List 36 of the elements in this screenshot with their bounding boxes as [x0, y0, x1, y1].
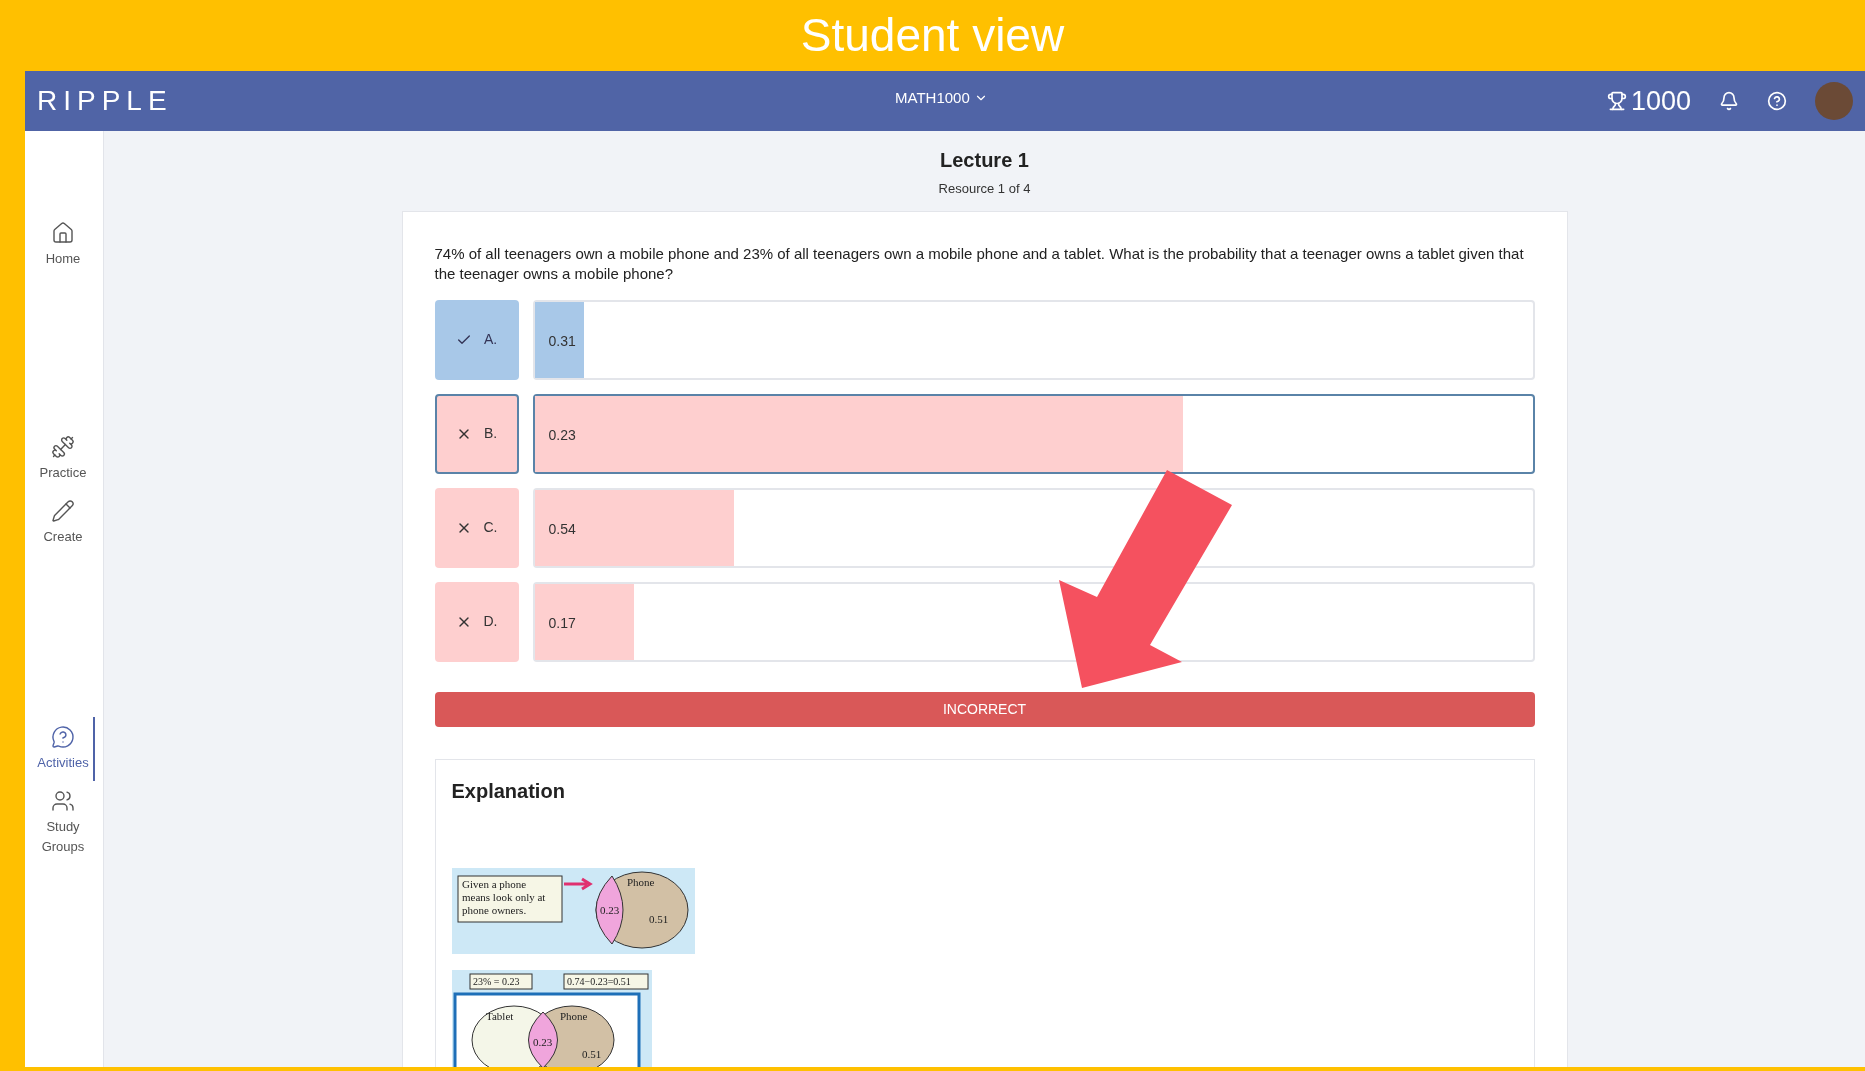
points-count: 1000: [1630, 84, 1691, 118]
option-value: 0.17: [548, 613, 576, 633]
sidebar-item[interactable]: Create: [33, 491, 95, 555]
option-letter[interactable]: C.: [434, 487, 519, 568]
option-value: 0.31: [548, 331, 576, 351]
question-bubble-icon: [51, 725, 75, 749]
sidebar-item[interactable]: Study Groups: [33, 781, 95, 865]
option-bar[interactable]: 0.54: [532, 487, 1535, 568]
option-bar[interactable]: 0.17: [532, 581, 1535, 662]
sidebar-item[interactable]: Practice: [33, 427, 95, 491]
logo[interactable]: RIPPLE: [37, 80, 173, 122]
course-dropdown[interactable]: MATH1000: [895, 87, 988, 110]
option-letter[interactable]: D.: [434, 581, 519, 662]
trophy-icon: [1606, 91, 1627, 111]
option-value: 0.23: [548, 425, 576, 445]
home-icon: [51, 221, 75, 245]
option-letter[interactable]: B.: [434, 393, 519, 474]
help-icon[interactable]: [1767, 91, 1787, 111]
option-bar[interactable]: 0.31: [532, 299, 1535, 380]
lecture-title: Lecture 1: [940, 148, 1029, 173]
sidebar-item[interactable]: Home: [33, 213, 95, 277]
resource-counter: Resource 1 of 4: [938, 180, 1031, 198]
banner-title: Student view: [799, 8, 1066, 63]
dumbbell-icon: [51, 435, 75, 459]
venn-diagram-drawing: Given a phone means look only at phone owners. Phone 0.23 0.51: [451, 867, 695, 954]
option-bar[interactable]: 0.23: [532, 393, 1535, 474]
pencil-icon: [51, 499, 75, 523]
question-text: 74% of all teenagers own a mobile phone and 23% of all teenagers own a mobile phone and a tablet. What is the probability that a teenager owns a tablet given that the teenager owns a mobile phone?: [434, 243, 1525, 284]
option-value: 0.54: [548, 519, 576, 539]
explanation-title: Explanation: [451, 778, 566, 804]
sidebar-item[interactable]: Activities: [33, 717, 95, 781]
venn-diagram-drawing: 23% = 0.23 0.74−0.23=0.51 Tablet Phone 0.23 0.51: [451, 969, 652, 1067]
notification-icon[interactable]: [1719, 91, 1739, 111]
option-letter[interactable]: A.: [434, 299, 519, 380]
group-icon: [51, 789, 75, 813]
result-bar: INCORRECT: [434, 691, 1535, 727]
